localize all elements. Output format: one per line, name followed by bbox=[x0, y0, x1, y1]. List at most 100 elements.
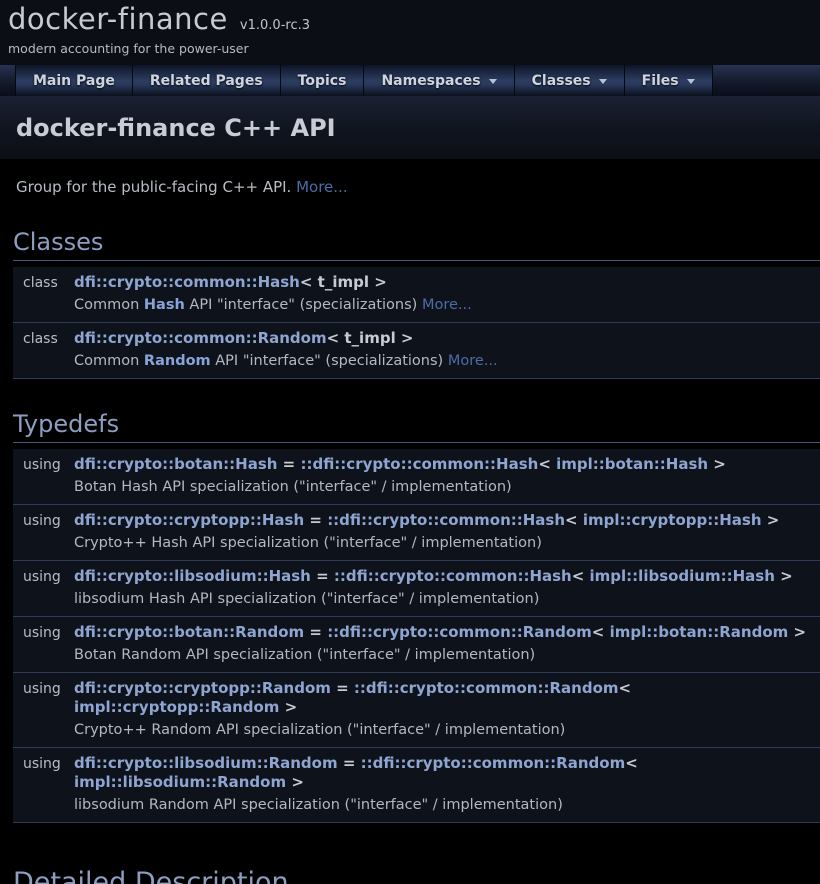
chevron-down-icon bbox=[599, 79, 607, 84]
member-kind: using bbox=[13, 754, 74, 814]
table-row: using dfi::crypto::libsodium::Random = :… bbox=[13, 748, 820, 823]
contents: Group for the public-facing C++ API. Mor… bbox=[13, 178, 820, 884]
member-kind: class bbox=[13, 329, 74, 370]
template-args: < t_impl > bbox=[300, 273, 387, 291]
member-body: dfi::crypto::cryptopp::Random = ::dfi::c… bbox=[74, 679, 820, 739]
typedef-target-link[interactable]: ::dfi::crypto::common::Random bbox=[327, 623, 592, 641]
typedef-impl-link[interactable]: impl::botan::Hash bbox=[556, 455, 708, 473]
template-close: > bbox=[708, 455, 726, 473]
member-name-line: dfi::crypto::libsodium::Hash = ::dfi::cr… bbox=[74, 567, 820, 586]
typedef-impl-link[interactable]: impl::botan::Random bbox=[610, 623, 789, 641]
typedef-eq: = bbox=[277, 455, 300, 473]
member-kind: using bbox=[13, 623, 74, 664]
page-title: docker-finance C++ API bbox=[16, 114, 804, 142]
main-nav: Main Page Related Pages Topics Namespace… bbox=[0, 65, 820, 96]
member-description: libsodium Hash API specialization ("inte… bbox=[74, 590, 820, 608]
template-open: < bbox=[565, 511, 583, 529]
member-description: Common Hash API "interface" (specializat… bbox=[74, 296, 820, 314]
member-body: dfi::crypto::common::Hash< t_impl > Comm… bbox=[74, 273, 820, 314]
intro-paragraph: Group for the public-facing C++ API. Mor… bbox=[16, 178, 817, 197]
member-description: libsodium Random API specialization ("in… bbox=[74, 796, 820, 814]
classes-heading: Classes bbox=[13, 228, 820, 261]
desc-text: Common bbox=[74, 297, 144, 313]
typedef-target-link[interactable]: ::dfi::crypto::common::Random bbox=[361, 754, 626, 772]
typedef-target-link[interactable]: ::dfi::crypto::common::Hash bbox=[327, 511, 565, 529]
table-row: using dfi::crypto::libsodium::Hash = ::d… bbox=[13, 561, 820, 617]
nav-tab-topics[interactable]: Topics bbox=[281, 65, 365, 96]
nav-tab-files[interactable]: Files bbox=[625, 65, 713, 96]
desc-text: API "interface" (specializations) bbox=[185, 297, 422, 313]
nav-tab-classes[interactable]: Classes bbox=[515, 65, 625, 96]
project-brief: modern accounting for the power-user bbox=[8, 41, 820, 56]
typedefs-heading: Typedefs bbox=[13, 410, 820, 443]
title-area: docker-finance v1.0.0-rc.3 modern accoun… bbox=[0, 0, 820, 65]
member-description: Crypto++ Random API specialization ("int… bbox=[74, 721, 820, 739]
typedef-impl-link[interactable]: impl::cryptopp::Random bbox=[74, 698, 279, 716]
project-name: docker-finance bbox=[8, 2, 228, 36]
member-body: dfi::crypto::botan::Random = ::dfi::cryp… bbox=[74, 623, 820, 664]
member-name-line: dfi::crypto::botan::Random = ::dfi::cryp… bbox=[74, 623, 820, 642]
detailed-description-heading: Detailed Description bbox=[13, 867, 820, 884]
typedef-eq: = bbox=[331, 679, 354, 697]
member-body: dfi::crypto::libsodium::Random = ::dfi::… bbox=[74, 754, 820, 814]
typedefs-table: using dfi::crypto::botan::Hash = ::dfi::… bbox=[13, 449, 820, 823]
member-kind: using bbox=[13, 679, 74, 739]
classes-table: class dfi::crypto::common::Hash< t_impl … bbox=[13, 267, 820, 379]
nav-tab-related-pages[interactable]: Related Pages bbox=[133, 65, 281, 96]
desc-text: API "interface" (specializations) bbox=[211, 353, 448, 369]
typedef-target-link[interactable]: ::dfi::crypto::common::Random bbox=[354, 679, 619, 697]
member-name-line: dfi::crypto::libsodium::Random = ::dfi::… bbox=[74, 754, 820, 792]
desc-text: Common bbox=[74, 353, 144, 369]
table-row: class dfi::crypto::common::Hash< t_impl … bbox=[13, 267, 820, 323]
nav-tab-label: Topics bbox=[298, 73, 347, 89]
member-kind: class bbox=[13, 273, 74, 314]
chevron-down-icon bbox=[489, 79, 497, 84]
typedef-link[interactable]: dfi::crypto::botan::Hash bbox=[74, 455, 277, 473]
typedef-link[interactable]: dfi::crypto::botan::Random bbox=[74, 623, 304, 641]
typedef-eq: = bbox=[304, 511, 327, 529]
template-close: > bbox=[286, 773, 304, 791]
template-close: > bbox=[788, 623, 806, 641]
typedef-link[interactable]: dfi::crypto::cryptopp::Random bbox=[74, 679, 331, 697]
more-link[interactable]: More... bbox=[448, 353, 498, 369]
typedef-impl-link[interactable]: impl::cryptopp::Hash bbox=[583, 511, 762, 529]
template-close: > bbox=[279, 698, 297, 716]
table-row: using dfi::crypto::botan::Hash = ::dfi::… bbox=[13, 449, 820, 505]
member-body: dfi::crypto::cryptopp::Hash = ::dfi::cry… bbox=[74, 511, 820, 552]
template-close: > bbox=[762, 511, 780, 529]
class-link[interactable]: dfi::crypto::common::Random bbox=[74, 329, 327, 347]
nav-tab-main-page[interactable]: Main Page bbox=[15, 65, 133, 96]
typedef-impl-link[interactable]: impl::libsodium::Hash bbox=[590, 567, 775, 585]
typedef-eq: = bbox=[311, 567, 334, 585]
typedef-link[interactable]: dfi::crypto::cryptopp::Hash bbox=[74, 511, 304, 529]
typedef-link[interactable]: dfi::crypto::libsodium::Hash bbox=[74, 567, 311, 585]
nav-tab-label: Namespaces bbox=[381, 73, 480, 89]
table-row: using dfi::crypto::cryptopp::Random = ::… bbox=[13, 673, 820, 748]
table-row: using dfi::crypto::botan::Random = ::dfi… bbox=[13, 617, 820, 673]
nav-tab-namespaces[interactable]: Namespaces bbox=[364, 65, 514, 96]
member-name-line: dfi::crypto::cryptopp::Random = ::dfi::c… bbox=[74, 679, 820, 717]
nav-tab-label: Files bbox=[642, 73, 679, 89]
typedef-link[interactable]: dfi::crypto::libsodium::Random bbox=[74, 754, 338, 772]
member-kind: using bbox=[13, 511, 74, 552]
chevron-down-icon bbox=[687, 79, 695, 84]
class-desc-link[interactable]: Random bbox=[144, 353, 211, 369]
nav-tab-label: Related Pages bbox=[150, 73, 263, 89]
typedef-target-link[interactable]: ::dfi::crypto::common::Hash bbox=[334, 567, 572, 585]
typedef-impl-link[interactable]: impl::libsodium::Random bbox=[74, 773, 286, 791]
template-open: < bbox=[538, 455, 556, 473]
more-link[interactable]: More... bbox=[422, 297, 472, 313]
table-row: using dfi::crypto::cryptopp::Hash = ::df… bbox=[13, 505, 820, 561]
typedef-eq: = bbox=[338, 754, 361, 772]
class-link[interactable]: dfi::crypto::common::Hash bbox=[74, 273, 300, 291]
member-description: Botan Hash API specialization ("interfac… bbox=[74, 478, 820, 496]
typedef-target-link[interactable]: ::dfi::crypto::common::Hash bbox=[300, 455, 538, 473]
template-open: < bbox=[572, 567, 590, 585]
member-description: Common Random API "interface" (specializ… bbox=[74, 352, 820, 370]
class-desc-link[interactable]: Hash bbox=[144, 297, 185, 313]
member-name-line: dfi::crypto::cryptopp::Hash = ::dfi::cry… bbox=[74, 511, 820, 530]
nav-tab-label: Main Page bbox=[33, 73, 115, 89]
more-link[interactable]: More... bbox=[296, 178, 348, 196]
header-title-bar: docker-finance C++ API bbox=[0, 96, 820, 159]
template-open: < bbox=[592, 623, 610, 641]
